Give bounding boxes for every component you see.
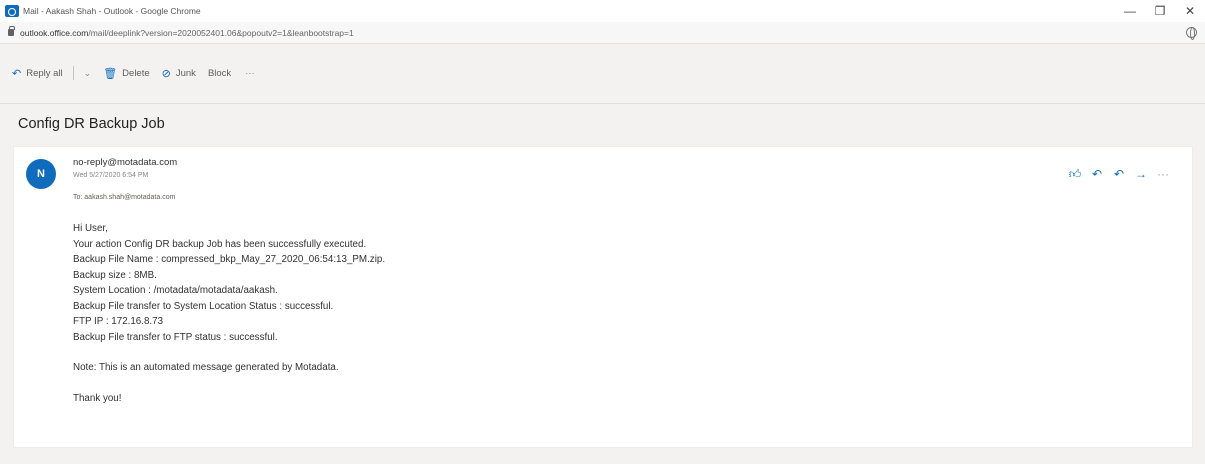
trash-icon: 🗑 xyxy=(103,67,118,80)
avatar[interactable]: N xyxy=(26,159,56,189)
sender-address[interactable]: no-reply@motadata.com xyxy=(73,157,177,168)
body-line: Backup File transfer to System Location … xyxy=(73,300,334,312)
url-host: outlook.office.com xyxy=(20,27,89,38)
body-line: Backup size : 8MB. xyxy=(73,269,157,281)
reply-all-label: Reply all xyxy=(26,67,63,79)
outlook-app-icon xyxy=(5,5,19,17)
chevron-down-icon[interactable]: ⌄ xyxy=(84,68,92,79)
junk-label: Junk xyxy=(175,67,196,79)
forward-icon[interactable]: → xyxy=(1130,167,1152,182)
message-toolbar: ↶ Reply all ⌄ 🗑 Delete ⊘ Junk Block ··· xyxy=(0,60,255,86)
message-body: Hi User, Your action Config DR backup Jo… xyxy=(73,221,385,406)
window-title: Mail - Aakash Shah - Outlook - Google Ch… xyxy=(23,6,201,16)
delete-button[interactable]: 🗑 Delete xyxy=(103,67,149,80)
window-controls: — ❐ ✕ xyxy=(1115,0,1205,22)
closing: Thank you! xyxy=(73,392,122,404)
body-line: FTP IP : 172.16.8.73 xyxy=(73,316,164,327)
delete-label: Delete xyxy=(122,67,150,79)
body-line: System Location : /motadata/motadata/aak… xyxy=(73,285,278,296)
close-button[interactable]: ✕ xyxy=(1175,0,1205,22)
message-actions: 👍︎ ↶ ↶ → ··· xyxy=(1064,167,1174,182)
block-button[interactable]: Block xyxy=(208,68,231,79)
greeting: Hi User, xyxy=(73,223,108,234)
lock-icon[interactable] xyxy=(8,26,15,36)
maximize-button[interactable]: ❐ xyxy=(1145,0,1175,22)
message-card: N no-reply@motadata.com Wed 5/27/2020 6:… xyxy=(13,146,1193,448)
automated-note: Note: This is an automated message gener… xyxy=(73,362,339,373)
like-icon[interactable]: 👍︎ xyxy=(1064,167,1086,182)
reply-all-icon[interactable]: ↶ xyxy=(1108,167,1130,182)
block-circle-icon: ⊘ xyxy=(161,67,171,80)
more-actions-icon[interactable]: ··· xyxy=(245,68,255,79)
window-title-bar: Mail - Aakash Shah - Outlook - Google Ch… xyxy=(0,0,1205,22)
message-subject: Config DR Backup Job xyxy=(18,116,165,132)
body-line: Backup File Name : compressed_bkp_May_27… xyxy=(73,254,386,265)
reply-all-button[interactable]: ↶ Reply all xyxy=(12,67,63,80)
url-path: /mail/deeplink?version=2020052401.06&pop… xyxy=(88,27,354,38)
body-line: Backup File transfer to FTP status : suc… xyxy=(73,331,278,343)
junk-button[interactable]: ⊘ Junk xyxy=(162,67,196,80)
block-label: Block xyxy=(207,67,232,79)
more-icon[interactable]: ··· xyxy=(1152,167,1174,182)
globe-icon[interactable] xyxy=(1186,27,1197,40)
body-line: Your action Config DR backup Job has bee… xyxy=(73,238,367,250)
message-date: Wed 5/27/2020 6:54 PM xyxy=(73,172,149,179)
url-text[interactable]: outlook.office.com/mail/deeplink?version… xyxy=(20,28,354,38)
toolbar-divider-line xyxy=(0,103,1205,104)
address-bar[interactable]: outlook.office.com/mail/deeplink?version… xyxy=(0,22,1205,44)
minimize-button[interactable]: — xyxy=(1115,0,1145,22)
toolbar-divider xyxy=(72,66,74,80)
reply-all-icon: ↶ xyxy=(12,67,22,80)
recipient-line: To: aakash.shah@motadata.com xyxy=(73,194,176,201)
reply-icon[interactable]: ↶ xyxy=(1086,167,1108,182)
